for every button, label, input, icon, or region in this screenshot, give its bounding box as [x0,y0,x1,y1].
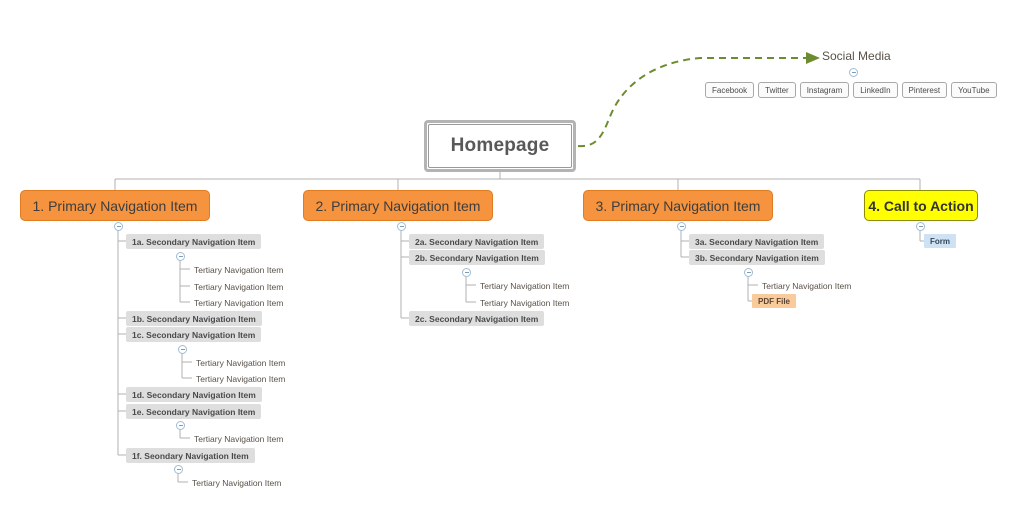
collapse-toggle-primary-2[interactable] [397,222,406,231]
node-secondary-1d[interactable]: 1d. Secondary Navigation Item [126,387,262,402]
node-secondary-1d-label: 1d. Secondary Navigation Item [132,389,256,400]
node-asset-form-label: Form [930,236,950,246]
node-secondary-1f-label: 1f. Seondary Navigation Item [132,450,249,461]
node-secondary-2b[interactable]: 2b. Secondary Navigation Item [409,250,545,265]
node-primary-2-label: 2. Primary Navigation Item [315,197,481,214]
node-secondary-2a-label: 2a. Secondary Navigation Item [415,236,539,247]
collapse-toggle-primary-3[interactable] [677,222,686,231]
collapse-toggle-primary-1[interactable] [114,222,123,231]
node-asset-form[interactable]: Form [924,234,956,248]
node-tertiary-2b-2[interactable]: Tertiary Navigation Item [480,296,569,309]
node-secondary-3b-label: 3b. Secondary Navigation item [695,252,819,263]
collapse-toggle-social[interactable] [849,68,858,77]
node-secondary-1b-label: 1b. Secondary Navigation Item [132,313,256,324]
node-secondary-3a[interactable]: 3a. Secondary Navigation Item [689,234,825,249]
node-secondary-3b[interactable]: 3b. Secondary Navigation item [689,250,825,265]
node-secondary-1f[interactable]: 1f. Seondary Navigation Item [126,448,255,463]
node-secondary-1e[interactable]: 1e. Secondary Navigation Item [126,404,262,419]
node-tertiary-1c-2-label: Tertiary Navigation Item [196,373,286,384]
node-tertiary-1a-2[interactable]: Tertiary Navigation Item [194,280,283,293]
node-secondary-2c-label: 2c. Secondary Navigation Item [415,313,539,324]
node-tertiary-2b-2-label: Tertiary Navigation Item [480,297,570,308]
node-primary-1-label: 1. Primary Navigation Item [32,197,198,214]
node-primary-3[interactable]: 3. Primary Navigation Item [583,190,773,221]
collapse-toggle-secondary-1e[interactable] [176,421,185,430]
node-secondary-1a[interactable]: 1a. Secondary Navigation Item [126,234,262,249]
node-secondary-1b[interactable]: 1b. Secondary Navigation Item [126,311,262,326]
node-homepage[interactable]: Homepage [424,120,576,172]
node-tertiary-1e-1-label: Tertiary Navigation Item [194,433,284,444]
node-tertiary-3b-1-label: Tertiary Navigation Item [762,280,852,291]
node-primary-3-label: 3. Primary Navigation Item [595,197,761,214]
node-tertiary-1a-1[interactable]: Tertiary Navigation Item [194,263,283,276]
node-secondary-1c-label: 1c. Secondary Navigation Item [132,329,256,340]
node-tertiary-1a-1-label: Tertiary Navigation Item [194,264,284,275]
node-primary-1[interactable]: 1. Primary Navigation Item [20,190,210,221]
node-primary-2[interactable]: 2. Primary Navigation Item [303,190,493,221]
node-asset-pdf-file-label: PDF File [758,296,791,306]
node-tertiary-1e-1[interactable]: Tertiary Navigation Item [194,432,283,445]
social-media-title: Social Media [822,49,891,63]
node-cta-4-label: 4. Call to Action [868,197,974,214]
social-button-pinterest[interactable]: Pinterest [901,82,948,98]
node-secondary-2b-label: 2b. Secondary Navigation Item [415,252,539,263]
node-secondary-2c[interactable]: 2c. Secondary Navigation Item [409,311,545,326]
collapse-toggle-secondary-1c[interactable] [178,345,187,354]
sitemap-canvas: Homepage Social Media Facebook Twitter I… [0,0,1024,524]
node-tertiary-1a-2-label: Tertiary Navigation Item [194,281,284,292]
node-secondary-1c[interactable]: 1c. Secondary Navigation Item [126,327,262,342]
node-tertiary-1f-1[interactable]: Tertiary Navigation Item [192,476,281,489]
collapse-toggle-secondary-1f[interactable] [174,465,183,474]
node-cta-4[interactable]: 4. Call to Action [864,190,978,221]
node-tertiary-1f-1-label: Tertiary Navigation Item [192,477,282,488]
node-secondary-1a-label: 1a. Secondary Navigation Item [132,236,256,247]
node-secondary-3a-label: 3a. Secondary Navigation Item [695,236,819,247]
node-tertiary-2b-1-label: Tertiary Navigation Item [480,280,570,291]
social-button-twitter[interactable]: Twitter [758,82,796,98]
node-tertiary-1a-3[interactable]: Tertiary Navigation Item [194,296,283,309]
node-tertiary-1a-3-label: Tertiary Navigation Item [194,297,284,308]
node-secondary-1e-label: 1e. Secondary Navigation Item [132,406,256,417]
social-button-facebook[interactable]: Facebook [705,82,755,98]
collapse-toggle-secondary-1a[interactable] [176,252,185,261]
social-button-youtube[interactable]: YouTube [951,82,997,98]
node-tertiary-1c-1[interactable]: Tertiary Navigation Item [196,356,285,369]
homepage-label: Homepage [450,135,550,156]
social-button-linkedin[interactable]: LinkedIn [853,82,898,98]
collapse-toggle-cta-4[interactable] [916,222,925,231]
node-secondary-2a[interactable]: 2a. Secondary Navigation Item [409,234,545,249]
collapse-toggle-secondary-2b[interactable] [462,268,471,277]
node-tertiary-2b-1[interactable]: Tertiary Navigation Item [480,279,569,292]
node-tertiary-1c-2[interactable]: Tertiary Navigation Item [196,372,285,385]
collapse-toggle-secondary-3b[interactable] [744,268,753,277]
social-button-instagram[interactable]: Instagram [799,82,850,98]
node-asset-pdf-file[interactable]: PDF File [752,294,797,308]
social-media-buttons: Facebook Twitter Instagram LinkedIn Pint… [705,82,997,98]
social-media-link [577,52,820,148]
node-tertiary-1c-1-label: Tertiary Navigation Item [196,357,286,368]
node-tertiary-3b-1[interactable]: Tertiary Navigation Item [762,279,851,292]
